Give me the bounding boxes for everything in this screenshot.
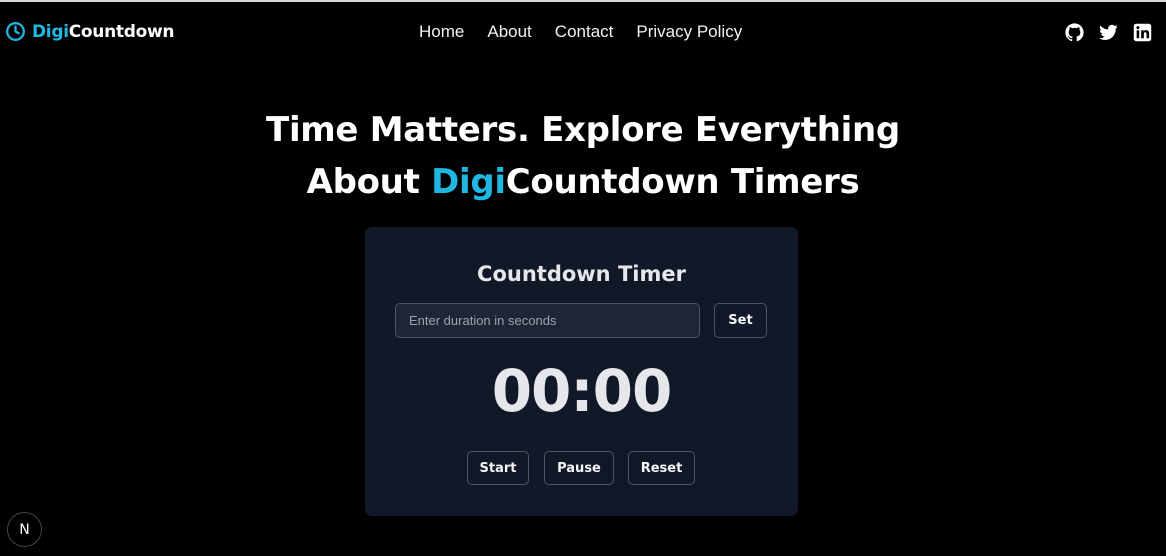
hero-line-2-end: Countdown Timers — [505, 162, 860, 202]
linkedin-icon[interactable] — [1133, 23, 1152, 42]
dev-indicator-button[interactable]: N — [7, 512, 42, 547]
navbar: DigiCountdown Home About Contact Privacy… — [0, 2, 1166, 62]
hero-line-1: Time Matters. Explore Everything — [266, 110, 900, 150]
dev-indicator-label: N — [19, 521, 30, 538]
set-button[interactable]: Set — [714, 303, 767, 338]
duration-input[interactable] — [395, 303, 700, 338]
brand-name-accent: Digi — [32, 21, 69, 42]
start-button[interactable]: Start — [467, 451, 529, 485]
main-nav: Home About Contact Privacy Policy — [419, 22, 742, 42]
twitter-icon[interactable] — [1099, 23, 1118, 42]
brand-name: DigiCountdown — [32, 21, 175, 42]
pause-button[interactable]: Pause — [544, 451, 614, 485]
nav-link-privacy-policy[interactable]: Privacy Policy — [636, 22, 742, 42]
nav-link-contact[interactable]: Contact — [555, 22, 614, 42]
card-title: Countdown Timer — [477, 262, 686, 286]
clock-icon — [5, 21, 26, 42]
reset-button[interactable]: Reset — [628, 451, 695, 485]
nav-link-home[interactable]: Home — [419, 22, 464, 42]
github-icon[interactable] — [1065, 23, 1084, 42]
countdown-timer-card: Countdown Timer Set 00:00 Start Pause Re… — [365, 227, 798, 516]
nav-link-about[interactable]: About — [487, 22, 531, 42]
timer-display: 00:00 — [491, 357, 673, 425]
brand-name-rest: Countdown — [68, 21, 175, 42]
brand-logo[interactable]: DigiCountdown — [5, 21, 175, 42]
social-links — [1065, 23, 1152, 42]
hero-heading: Time Matters. Explore Everything About D… — [0, 104, 1166, 208]
hero-line-2-accent: Digi — [431, 162, 506, 202]
hero-line-2-start: About — [306, 162, 432, 202]
